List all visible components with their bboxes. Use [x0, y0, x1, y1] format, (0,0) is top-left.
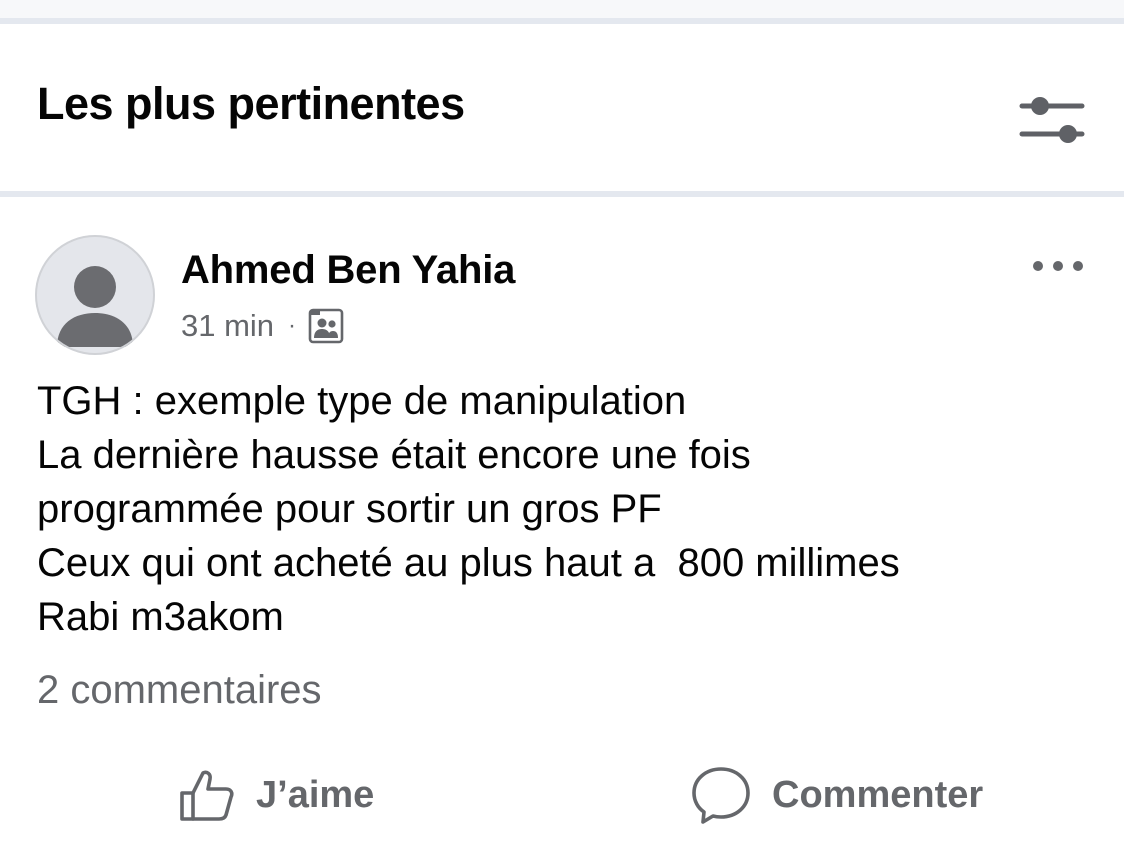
post-body-line: La dernière hausse était encore une fois: [37, 433, 751, 477]
more-options-button[interactable]: [1028, 250, 1088, 282]
filter-button[interactable]: [1018, 92, 1086, 148]
like-button[interactable]: J’aime: [176, 760, 374, 830]
section-divider-top: [0, 18, 1124, 24]
group-audience-icon[interactable]: [308, 308, 344, 344]
post-body-line: TGH : exemple type de manipulation: [37, 379, 687, 423]
speech-bubble-icon: [692, 767, 750, 824]
like-label: J’aime: [256, 773, 375, 816]
post-author[interactable]: Ahmed Ben Yahia: [181, 246, 515, 294]
section-title: Les plus pertinentes: [37, 78, 465, 129]
avatar[interactable]: [35, 235, 155, 355]
comment-label: Commenter: [772, 773, 984, 816]
section-divider-bottom: [0, 191, 1124, 197]
sliders-icon: [1019, 97, 1085, 143]
default-avatar-icon: [35, 235, 155, 355]
post-body-line: programmée pour sortir un gros PF: [37, 487, 662, 531]
more-horizontal-icon: [1033, 261, 1083, 271]
comments-count-link[interactable]: 2 commentaires: [37, 666, 322, 714]
thumbs-up-icon: [180, 770, 234, 821]
post-body-line: Ceux qui ont acheté au plus haut a 800 m…: [37, 541, 900, 585]
post-body: TGH : exemple type de manipulation La de…: [37, 374, 1097, 644]
comment-button[interactable]: Commenter: [690, 760, 983, 830]
post-meta: 31 min ·: [181, 306, 344, 346]
top-strip: [0, 0, 1124, 18]
post-time[interactable]: 31 min: [181, 308, 274, 344]
meta-separator: ·: [288, 312, 297, 339]
post-body-line: Rabi m3akom: [37, 595, 284, 639]
